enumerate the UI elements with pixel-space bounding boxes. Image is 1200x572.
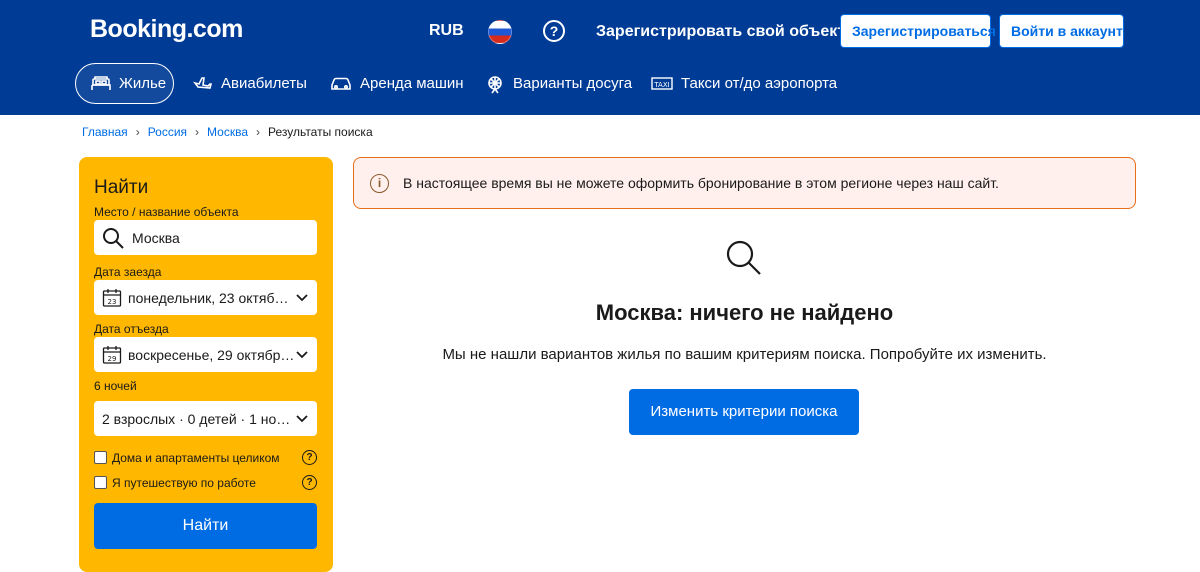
booking-logo[interactable]: Booking.com: [90, 15, 243, 44]
guests-selector[interactable]: 2 взрослых · 0 детей · 1 номер: [94, 401, 317, 436]
chevron-right-icon: ›: [135, 125, 140, 139]
entire-homes-checkbox[interactable]: [94, 451, 107, 464]
bed-icon: [91, 75, 111, 90]
checkout-value: воскресенье, 29 октября 2023: [128, 346, 295, 363]
info-icon: i: [370, 173, 389, 193]
entire-homes-label[interactable]: Дома и апартаменты целиком: [112, 451, 302, 465]
chevron-right-icon: ›: [195, 125, 200, 139]
region-alert: i В настоящее время вы не можете оформит…: [353, 157, 1136, 209]
nav-item-flights[interactable]: Авиабилеты: [193, 63, 307, 104]
help-icon[interactable]: ?: [543, 20, 565, 42]
checkin-date-field[interactable]: 23 понедельник, 23 октября 2023: [94, 280, 317, 315]
search-icon: [103, 227, 124, 249]
search-icon: [726, 240, 761, 275]
nav-item-car-rental[interactable]: Аренда машин: [330, 63, 464, 104]
work-travel-checkbox[interactable]: [94, 476, 107, 489]
destination-input[interactable]: Москва: [94, 220, 317, 255]
checkin-value: понедельник, 23 октября 2023: [128, 289, 295, 306]
guests-value: 2 взрослых · 0 детей · 1 номер: [102, 410, 295, 427]
svg-text:TAXI: TAXI: [653, 81, 669, 89]
login-button[interactable]: Войти в аккаунт: [999, 14, 1124, 48]
no-results-subtitle: Мы не нашли вариантов жилья по вашим кри…: [442, 346, 1047, 363]
work-travel-label[interactable]: Я путешествую по работе: [112, 476, 302, 490]
checkin-label: Дата заезда: [94, 265, 162, 279]
nav-label: Авиабилеты: [221, 75, 307, 92]
currency-selector[interactable]: RUB: [429, 22, 464, 40]
work-travel-option: Я путешествую по работе ?: [94, 475, 317, 490]
nav-item-airport-taxi[interactable]: TAXI Такси от/до аэропорта: [651, 63, 837, 104]
chevron-right-icon: ›: [256, 125, 261, 139]
chevron-down-icon: [296, 350, 308, 358]
car-icon: [331, 77, 351, 90]
chevron-down-icon: [296, 414, 308, 422]
checkout-day: 29: [108, 355, 117, 363]
destination-label: Место / название объекта: [94, 205, 239, 219]
calendar-icon: 29: [102, 345, 122, 364]
airplane-icon: [193, 76, 213, 89]
nav-label: Варианты досуга: [513, 75, 633, 92]
breadcrumb-city[interactable]: Москва: [207, 125, 248, 139]
search-panel: Найти Место / название объекта Москва Да…: [79, 157, 333, 572]
checkout-date-field[interactable]: 29 воскресенье, 29 октября 2023: [94, 337, 317, 372]
breadcrumb: Главная › Россия › Москва › Результаты п…: [82, 125, 373, 139]
nav-label: Такси от/до аэропорта: [681, 75, 838, 92]
help-icon[interactable]: ?: [302, 475, 317, 490]
change-criteria-button[interactable]: Изменить критерии поиска: [629, 389, 859, 435]
register-button[interactable]: Зарегистрироваться: [840, 14, 996, 48]
taxi-icon: TAXI: [651, 76, 673, 90]
checkout-label: Дата отъезда: [94, 322, 169, 336]
alert-text: В настоящее время вы не можете оформить …: [403, 175, 999, 191]
nav-item-attractions[interactable]: Варианты досуга: [485, 63, 632, 104]
search-submit-button[interactable]: Найти: [94, 503, 317, 549]
checkin-day: 23: [108, 298, 117, 306]
nav-item-stays[interactable]: Жилье: [75, 63, 174, 104]
site-header: Booking.com RUB ? Зарегистрировать свой …: [0, 0, 1200, 115]
calendar-icon: 23: [102, 288, 122, 307]
breadcrumb-country[interactable]: Россия: [148, 125, 187, 139]
help-icon[interactable]: ?: [302, 450, 317, 465]
breadcrumb-home[interactable]: Главная: [82, 125, 128, 139]
breadcrumb-current: Результаты поиска: [268, 125, 373, 139]
nav-label: Жилье: [119, 75, 167, 92]
search-title: Найти: [94, 177, 149, 198]
entire-homes-option: Дома и апартаменты целиком ?: [94, 450, 317, 465]
register-property-link[interactable]: Зарегистрировать свой объект: [596, 23, 845, 41]
no-results-title: Москва: ничего не найдено: [595, 300, 894, 325]
destination-value: Москва: [132, 229, 180, 246]
russia-flag-icon[interactable]: [488, 20, 512, 44]
nights-count: 6 ночей: [94, 379, 137, 393]
chevron-down-icon: [296, 293, 308, 301]
attractions-icon: [488, 75, 502, 93]
nav-label: Аренда машин: [360, 75, 464, 92]
